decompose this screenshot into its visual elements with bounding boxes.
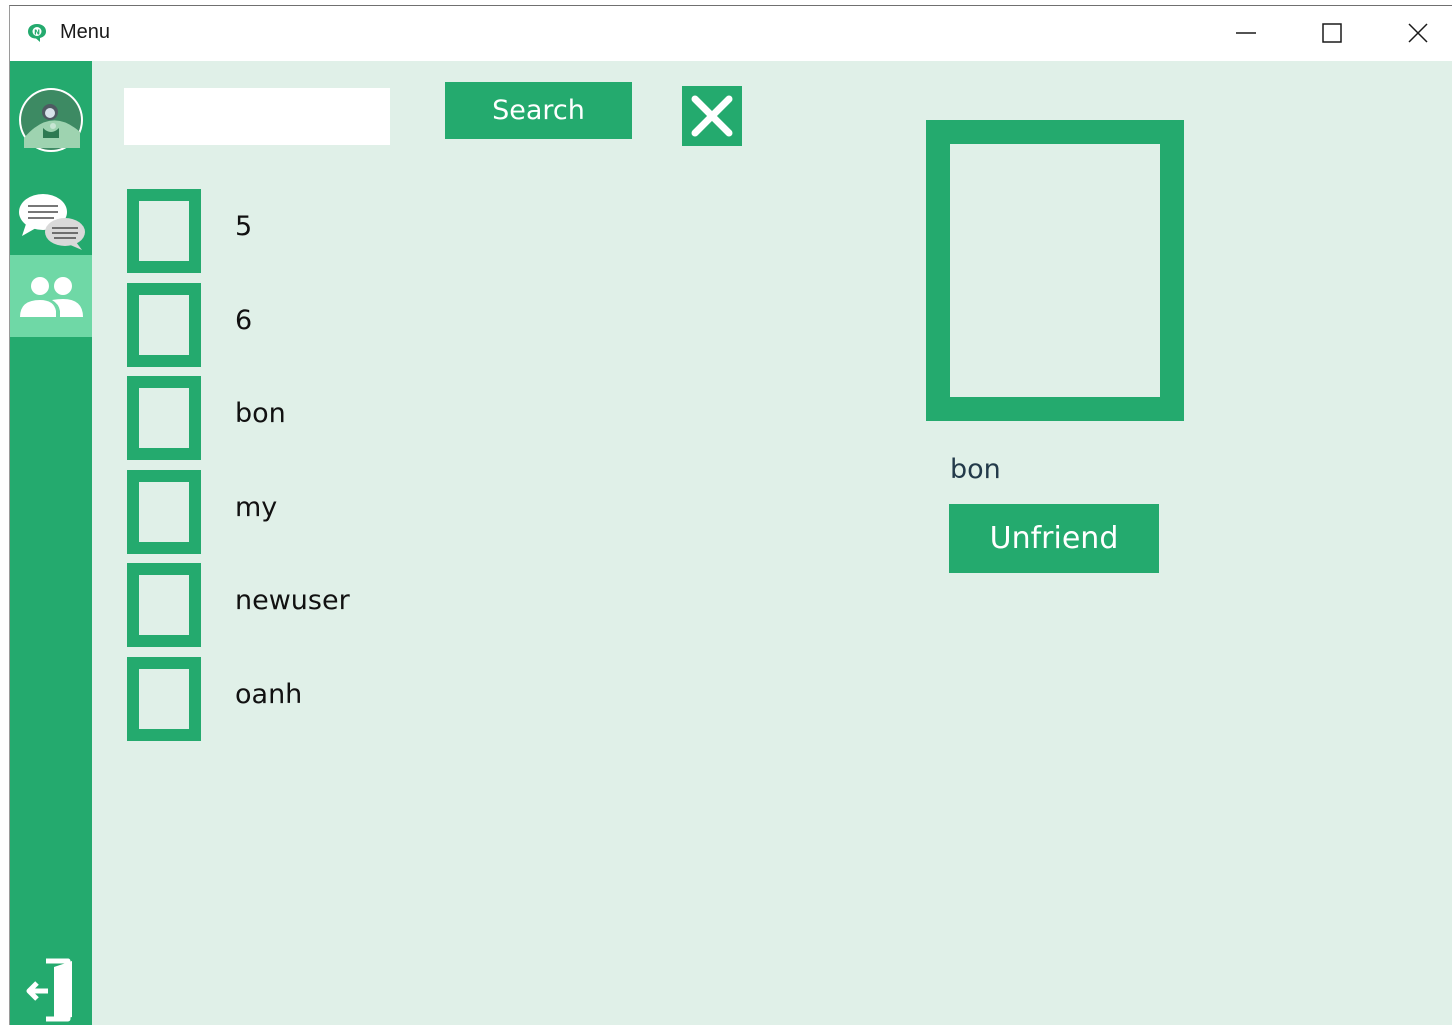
friend-list-item[interactable]: newuser [127,563,547,647]
friend-name: 6 [235,305,253,336]
friend-name: oanh [235,679,303,710]
sidebar-item-chats[interactable] [10,182,92,264]
sidebar-item-logout[interactable] [10,941,92,1023]
search-input[interactable] [124,88,390,145]
logout-icon [26,958,72,1022]
friend-avatar [127,376,201,460]
chat-icon [19,194,85,250]
avatar-icon [19,88,83,152]
friend-list-item[interactable]: bon [127,376,547,460]
maximize-icon [1322,23,1342,43]
minimize-button[interactable] [1203,6,1289,61]
friend-name: newuser [235,585,350,616]
minimize-icon [1236,32,1256,34]
friend-avatar [127,189,201,273]
friend-list-item[interactable]: my [127,470,547,554]
app-window: N Menu Search 5 6 bon my newuser oanh bo… [9,5,1452,1025]
close-window-button[interactable] [1375,6,1452,61]
friend-avatar [127,563,201,647]
friend-profile-photo [926,120,1184,421]
friend-name: 5 [235,211,253,242]
friend-list-item[interactable]: 6 [127,283,547,367]
friends-icon [20,277,83,317]
clear-search-button[interactable] [682,86,742,146]
friend-name: bon [235,398,286,429]
chat-bubble-icon: N [28,24,46,42]
sidebar [10,61,92,1025]
maximize-button[interactable] [1289,6,1375,61]
title-bar: N Menu [10,6,1452,61]
friend-avatar [127,470,201,554]
friend-profile-name: bon [950,454,1001,485]
friend-avatar [127,657,201,741]
close-x-icon [691,95,733,137]
friend-list-item[interactable]: 5 [127,189,547,273]
close-icon [1408,23,1428,43]
friend-avatar [127,283,201,367]
unfriend-button[interactable]: Unfriend [949,504,1159,573]
search-button[interactable]: Search [445,82,632,139]
svg-text:N: N [34,29,40,37]
sidebar-item-friends[interactable] [10,255,92,337]
window-title: Menu [60,21,111,43]
friend-list-item[interactable]: oanh [127,657,547,741]
friend-name: my [235,492,278,523]
sidebar-item-profile[interactable] [10,88,92,170]
